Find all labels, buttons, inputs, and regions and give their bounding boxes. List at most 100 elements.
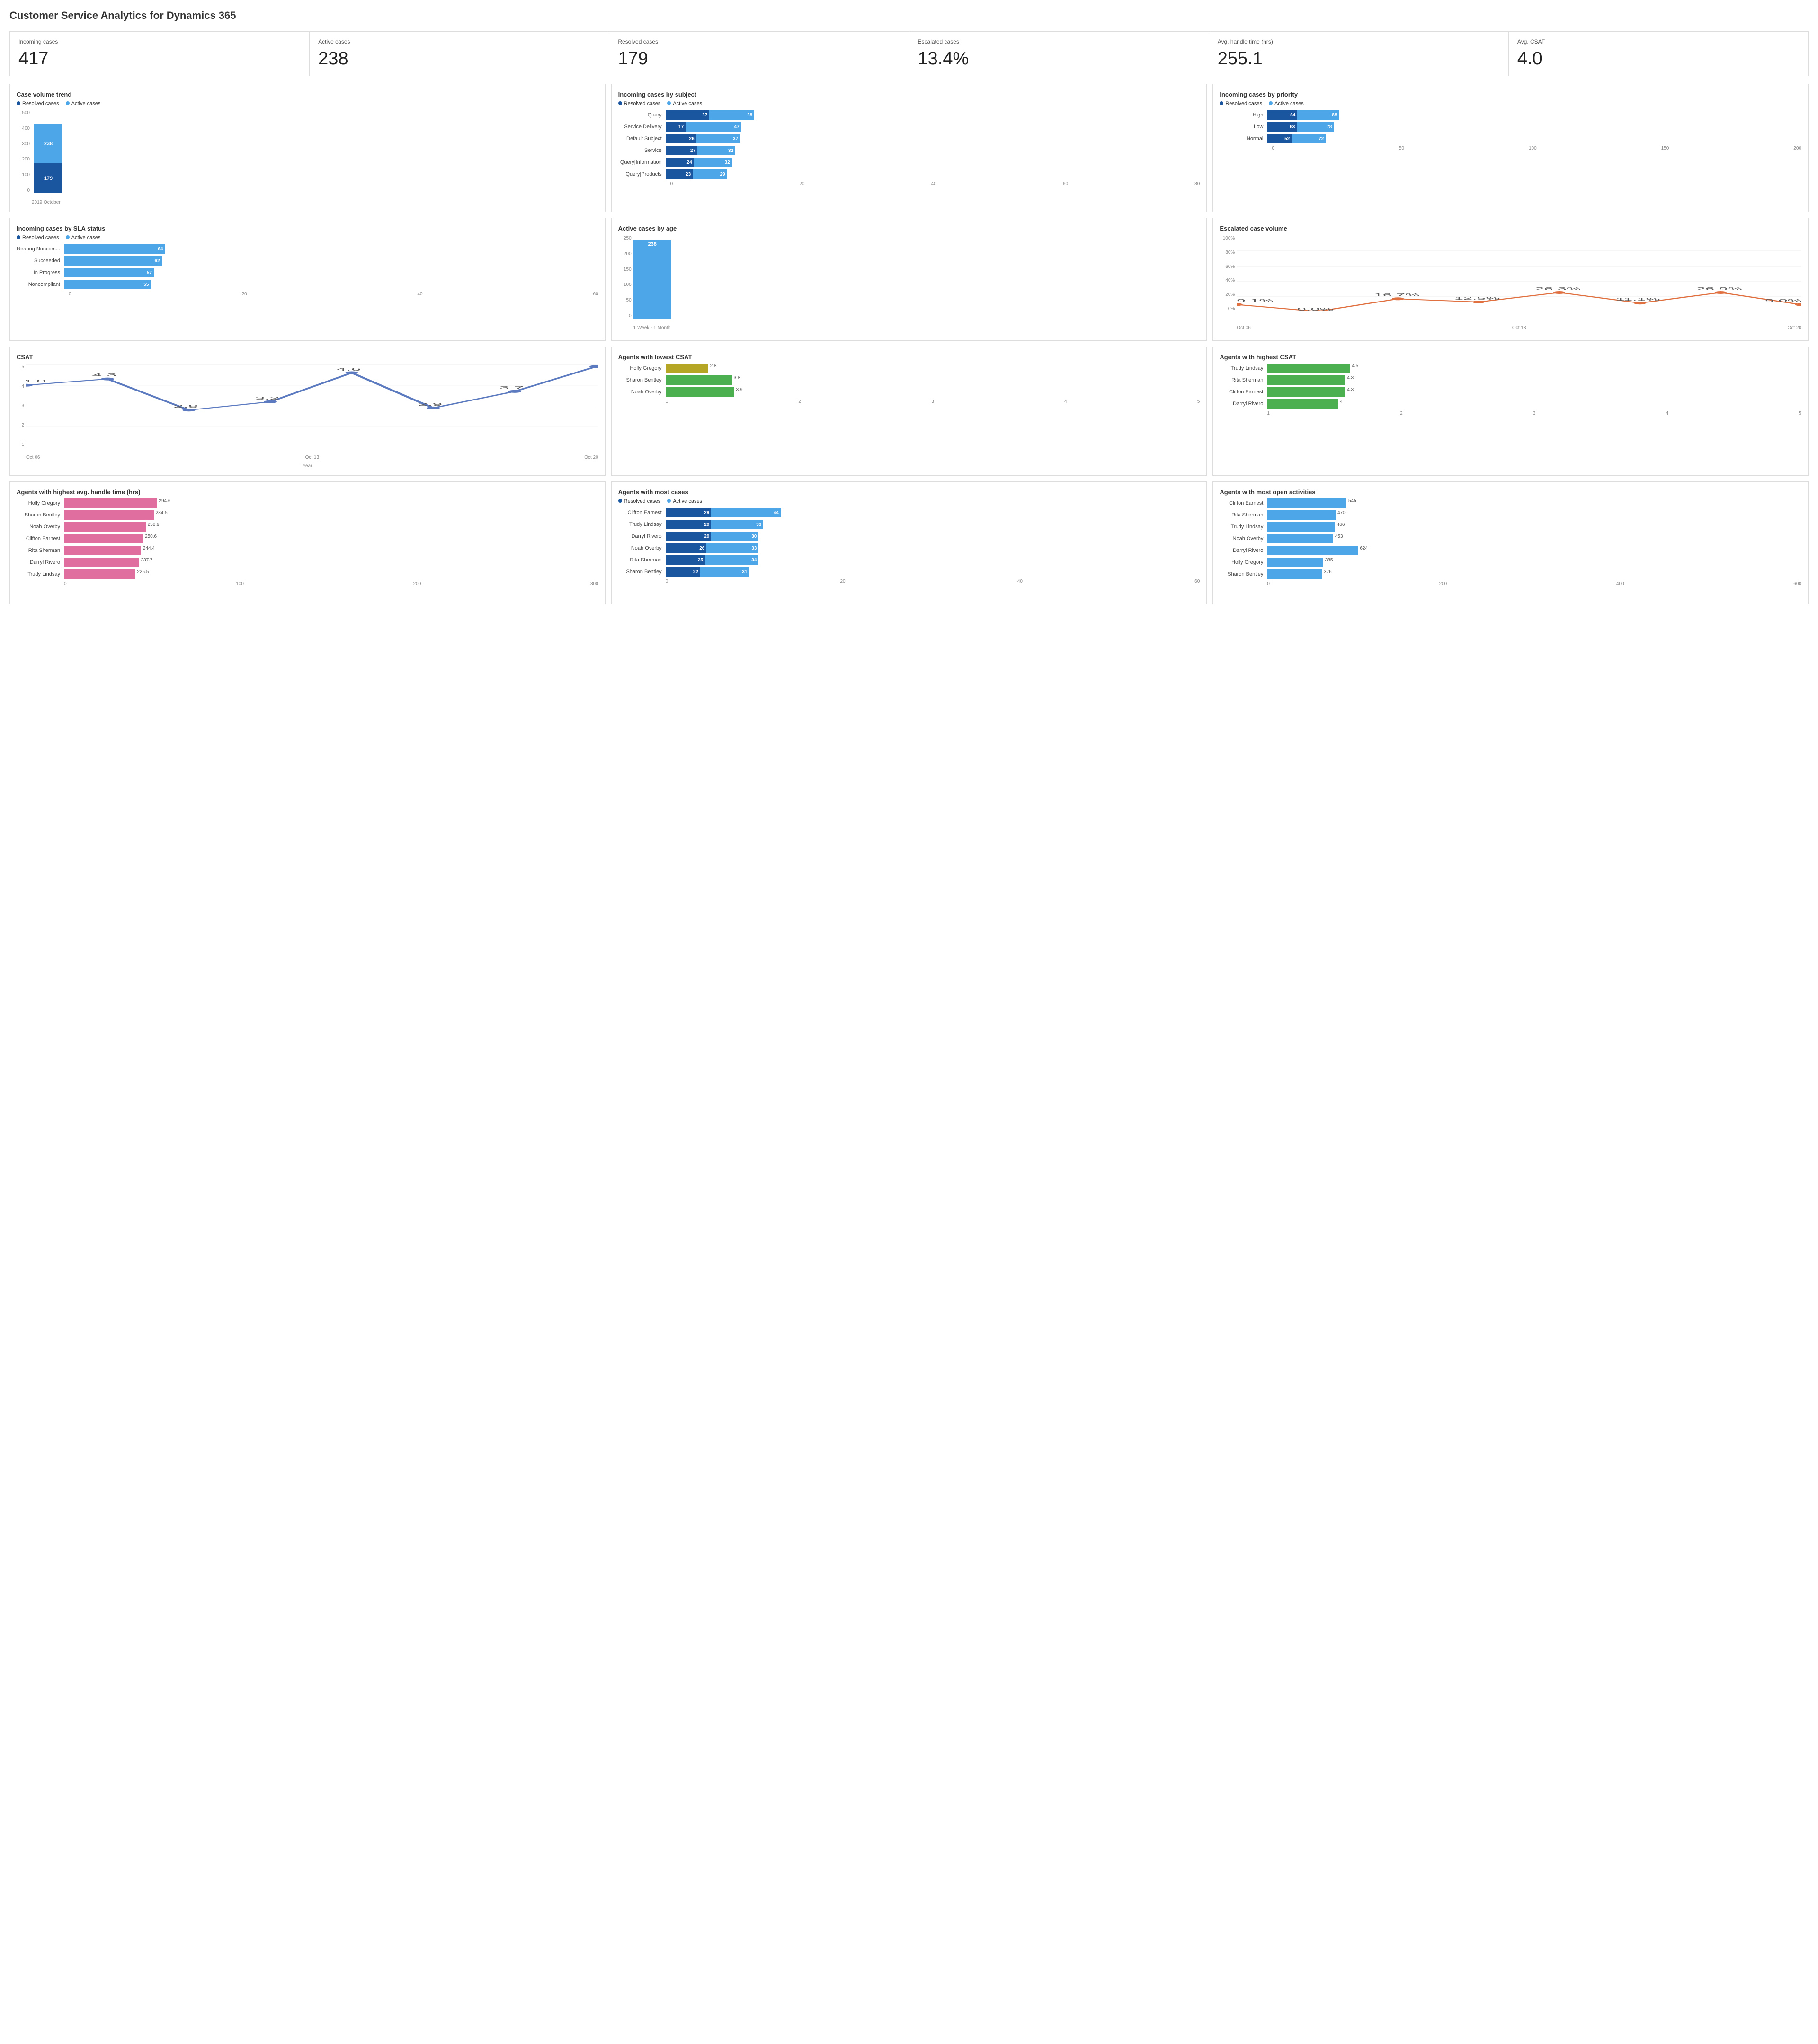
hbar-row: Darryl Rivero624 [1220,546,1801,555]
kpi-csat-value: 4.0 [1517,49,1800,69]
active-age-panel: Active cases by age 250 200 150 100 50 0… [611,218,1207,341]
sla-legend-a-dot [66,235,70,239]
kpi-escalated-label: Escalated cases [918,38,1200,45]
hbar-row: Query|Products2329 [618,169,1200,179]
handle-time-bars: Holly Gregory294.6Sharon Bentley284.5Noa… [17,498,598,579]
case-volume-chart-area: 500 400 300 200 100 0 238 179 2019 Octob… [17,110,598,205]
csat-x-labels: Oct 06 Oct 13 Oct 20 [26,455,598,460]
hbar-row: Rita Sherman4.3 [1220,375,1801,385]
hbar-row: Sharon Bentley3.8 [618,375,1200,385]
svg-text:12.5%: 12.5% [1454,296,1500,301]
lowest-csat-axis: 12345 [618,399,1200,404]
vbar-resolved-seg: 179 [34,163,62,193]
legend-active-label: Active cases [71,101,101,107]
kpi-resolved-value: 179 [618,49,900,69]
kpi-active-label: Active cases [318,38,600,45]
hbar-row: Clifton Earnest545 [1220,498,1801,508]
age-bar-seg: 238 [633,240,671,319]
svg-text:11.1%: 11.1% [1616,297,1660,302]
hbar-row: Trudy Lindsay466 [1220,522,1801,532]
kpi-handle-time: Avg. handle time (hrs) 255.1 [1209,32,1509,76]
kpi-row: Incoming cases 417 Active cases 238 Reso… [9,31,1809,76]
hbar-row: Darryl Rivero4 [1220,399,1801,409]
age-bars: 238 [633,236,1200,319]
subject-legend: Resolved cases Active cases [618,101,1200,107]
hbar-row: High6488 [1220,110,1801,120]
charts-row-3: CSAT 5 4 3 2 1 [9,347,1809,476]
most-cases-axis: 0204060 [618,579,1200,584]
sla-legend-r-dot [17,235,20,239]
charts-row-1: Case volume trend Resolved cases Active … [9,84,1809,212]
sla-title: Incoming cases by SLA status [17,225,598,232]
priority-legend: Resolved cases Active cases [1220,101,1801,107]
kpi-handle-label: Avg. handle time (hrs) [1218,38,1500,45]
kpi-resolved-label: Resolved cases [618,38,900,45]
kpi-incoming-label: Incoming cases [18,38,301,45]
kpi-handle-value: 255.1 [1218,49,1500,69]
svg-text:9.0%: 9.0% [1765,299,1801,303]
subject-axis: 020406080 [618,181,1200,187]
hbar-row: Noah Overby258.9 [17,522,598,532]
csat-title: CSAT [17,354,598,361]
hbar-row: Sharon Bentley284.5 [17,510,598,520]
sla-axis: 0204060 [17,292,598,297]
kpi-escalated-value: 13.4% [918,49,1200,69]
hbar-row: Low6378 [1220,122,1801,132]
svg-text:4.0: 4.0 [26,379,46,383]
age-y-labels: 250 200 150 100 50 0 [618,236,632,319]
mc-legend-a-dot [667,499,671,503]
most-cases-title: Agents with most cases [618,489,1200,496]
open-activities-panel: Agents with most open activities Clifton… [1212,481,1809,604]
sla-legend: Resolved cases Active cases [17,235,598,240]
svg-text:2.8: 2.8 [173,404,198,409]
svg-text:3.7: 3.7 [499,386,524,390]
hbar-row: Trudy Lindsay225.5 [17,569,598,579]
priority-axis: 050100150200 [1220,146,1801,151]
hbar-row: Clifton Earnest2944 [618,508,1200,517]
lowest-csat-title: Agents with lowest CSAT [618,354,1200,361]
kpi-incoming: Incoming cases 417 [10,32,310,76]
case-volume-title: Case volume trend [17,91,598,98]
hbar-row: Holly Gregory385 [1220,558,1801,567]
hbar-row: Noah Overby2633 [618,543,1200,553]
lowest-csat-panel: Agents with lowest CSAT Holly Gregory2.8… [611,347,1207,476]
kpi-active-value: 238 [318,49,600,69]
esc-y-labels: 100% 80% 60% 40% 20% 0% [1220,236,1235,311]
escalated-title: Escalated case volume [1220,225,1801,232]
subject-bars: Query3738Service|Delivery1747Default Sub… [618,110,1200,179]
hbar-row: Holly Gregory2.8 [618,364,1200,373]
kpi-csat-label: Avg. CSAT [1517,38,1800,45]
age-x-label: 1 Week - 1 Month [633,325,671,330]
vbar-chart: 238 179 [32,110,598,193]
escalated-chart-area: 100% 80% 60% 40% 20% 0% [1220,236,1801,330]
highest-csat-bars: Trudy Lindsay4.5Rita Sherman4.3Clifton E… [1220,364,1801,409]
legend-active-dot [66,101,70,105]
hbar-row: Sharon Bentley2231 [618,567,1200,577]
hbar-row: Nearing Noncom...64 [17,244,598,254]
svg-text:16.7%: 16.7% [1374,293,1420,297]
escalated-svg: 9.1% 0.0% 16.7% 12.5% 26.3% 11.1% 26.9% … [1237,236,1801,311]
open-activities-title: Agents with most open activities [1220,489,1801,496]
mc-legend-r-dot [618,499,622,503]
hbar-row: Succeeded62 [17,256,598,266]
svg-text:9.1%: 9.1% [1237,299,1274,303]
legend-resolved-dot [17,101,20,105]
hbar-row: Clifton Earnest250.6 [17,534,598,543]
handle-time-axis: 0100200300 [17,581,598,587]
hbar-row: Rita Sherman244.4 [17,546,598,555]
lowest-csat-bars: Holly Gregory2.8Sharon Bentley3.8Noah Ov… [618,364,1200,397]
svg-text:26.9%: 26.9% [1696,287,1742,291]
hbar-row: Noncompliant55 [17,280,598,289]
hbar-row: Trudy Lindsay2933 [618,520,1200,529]
highest-csat-title: Agents with highest CSAT [1220,354,1801,361]
hbar-row: Darryl Rivero237.7 [17,558,598,567]
subject-title: Incoming cases by subject [618,91,1200,98]
sla-panel: Incoming cases by SLA status Resolved ca… [9,218,606,341]
svg-text:3.2: 3.2 [255,396,279,400]
open-activities-axis: 0200400600 [1220,581,1801,587]
svg-text:4.3: 4.3 [92,373,116,377]
handle-time-title: Agents with highest avg. handle time (hr… [17,489,598,496]
vbar-active-seg: 238 [34,124,62,163]
hbar-row: Rita Sherman2534 [618,555,1200,565]
open-activities-bars: Clifton Earnest545Rita Sherman470Trudy L… [1220,498,1801,579]
